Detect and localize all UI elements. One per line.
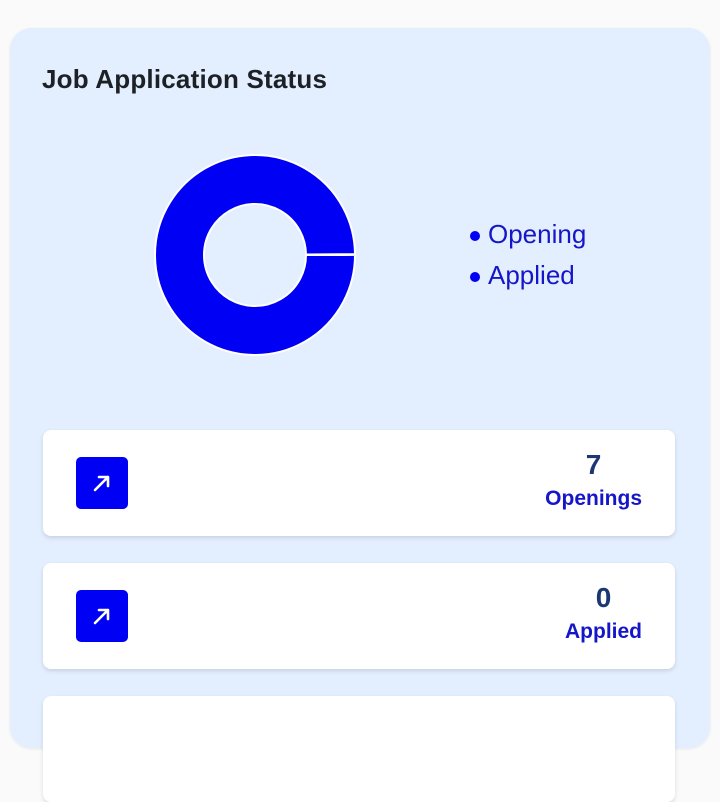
legend-dot-icon <box>470 271 480 282</box>
stat-card-partial[interactable] <box>43 696 675 802</box>
legend-label: Opening <box>488 219 587 249</box>
chart-legend: Opening Applied <box>470 214 586 296</box>
stat-card-applied[interactable]: 0 Applied <box>43 563 675 669</box>
card-title: Job Application Status <box>42 64 328 94</box>
donut-slice-opening[interactable] <box>154 154 356 356</box>
arrow-up-right-icon[interactable] <box>76 457 128 509</box>
legend-item-opening[interactable]: Opening <box>470 214 586 255</box>
legend-dot-icon <box>470 230 480 241</box>
stat-label: Applied <box>565 620 642 643</box>
donut-chart <box>154 154 356 356</box>
job-application-status-card: Job Application Status Opening Applied 7… <box>10 28 710 802</box>
stat-text: 0 Applied <box>565 581 642 649</box>
stat-label: Openings <box>545 487 642 510</box>
arrow-up-right-icon[interactable] <box>76 590 128 642</box>
stat-value: 7 <box>585 449 602 480</box>
stat-card-openings[interactable]: 7 Openings <box>43 430 675 536</box>
legend-label: Applied <box>488 260 575 290</box>
stat-text: 7 Openings <box>545 448 642 516</box>
legend-item-applied[interactable]: Applied <box>470 255 586 296</box>
stat-value: 0 <box>595 582 612 613</box>
